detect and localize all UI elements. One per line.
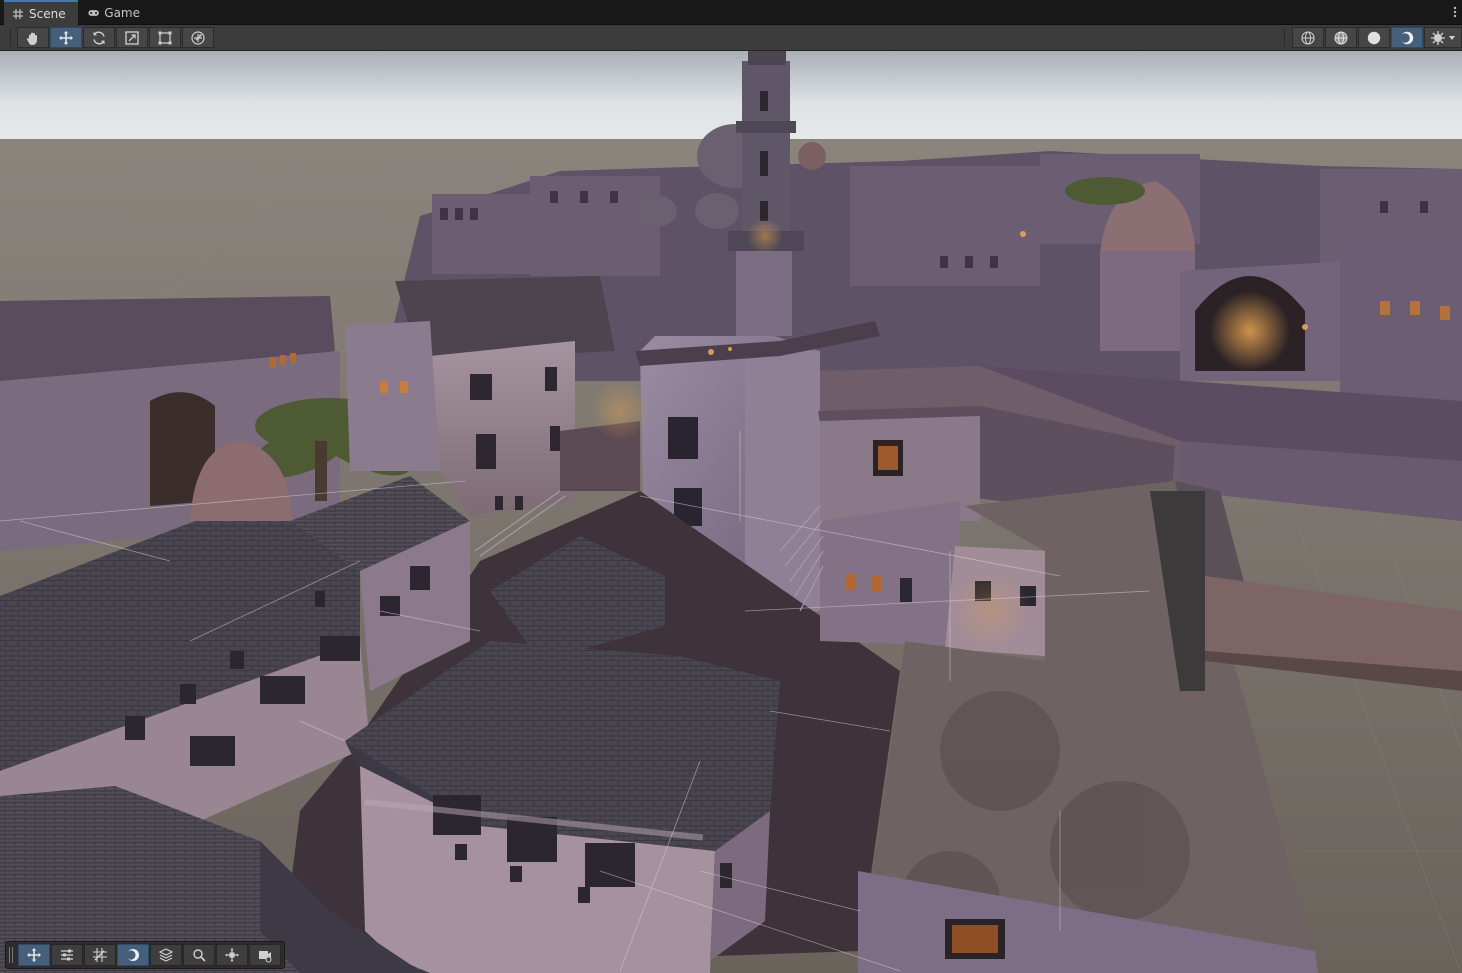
move-arrows-icon: [27, 948, 41, 962]
wireframe-sphere-icon: [1301, 30, 1315, 45]
pivot-icon: [225, 948, 239, 962]
unlit-mode-button[interactable]: [1358, 27, 1390, 48]
lit-sphere-icon: [1400, 31, 1414, 44]
grid-snapping-button[interactable]: [84, 944, 116, 966]
effects-icon: [1431, 30, 1455, 45]
gamepad-icon: [88, 9, 99, 16]
scene-render: [0, 51, 1462, 973]
rect-tool-button[interactable]: [149, 27, 181, 48]
tool-settings-button[interactable]: [51, 944, 83, 966]
sliders-icon: [61, 949, 73, 961]
tab-scene[interactable]: Scene: [4, 0, 78, 25]
hand-icon: [26, 32, 37, 45]
toolbar-divider: [1284, 29, 1285, 47]
scale-tool-button[interactable]: [116, 27, 148, 48]
lit-mode-button[interactable]: [1391, 27, 1423, 48]
tab-game-label: Game: [104, 5, 140, 20]
layers-icon: [158, 948, 174, 962]
scale-icon: [125, 30, 139, 45]
scene-viewport[interactable]: [0, 51, 1462, 973]
tab-game[interactable]: Game: [80, 0, 148, 25]
view-tab-bar: Scene Game: [0, 0, 1462, 25]
camera-button[interactable]: [249, 944, 281, 966]
view-options-button[interactable]: [117, 944, 149, 966]
unlit-sphere-icon: [1367, 31, 1381, 44]
move-arrows-icon: [59, 30, 73, 45]
layers-button[interactable]: [150, 944, 182, 966]
moon-icon: [126, 949, 139, 961]
hand-tool-button[interactable]: [17, 27, 49, 48]
scene-toolbar: [0, 25, 1462, 51]
rect-transform-icon: [158, 31, 172, 44]
overlay-move-button[interactable]: [18, 944, 50, 966]
camera-icon: [259, 951, 272, 963]
search-icon: [193, 949, 206, 962]
wireframe-mode-button[interactable]: [1292, 27, 1324, 48]
shaded-wireframe-icon: [1334, 30, 1348, 45]
transform-icon: [191, 30, 205, 45]
pivot-button[interactable]: [216, 944, 248, 966]
grid-snap-icon: [93, 948, 107, 962]
tab-scene-label: Scene: [29, 6, 66, 21]
effects-dropdown-button[interactable]: [1424, 27, 1462, 48]
transform-tool-button[interactable]: [182, 27, 214, 48]
rotate-tool-button[interactable]: [83, 27, 115, 48]
grid-icon: [13, 8, 23, 19]
move-tool-button[interactable]: [50, 27, 82, 48]
rotate-icon: [93, 31, 105, 44]
search-button[interactable]: [183, 944, 215, 966]
more-options-icon[interactable]: [1450, 4, 1460, 20]
scene-overlay-toolbar: [5, 941, 285, 969]
toolbar-divider: [10, 29, 11, 47]
overlay-drag-handle[interactable]: [9, 947, 13, 963]
shaded-wireframe-mode-button[interactable]: [1325, 27, 1357, 48]
